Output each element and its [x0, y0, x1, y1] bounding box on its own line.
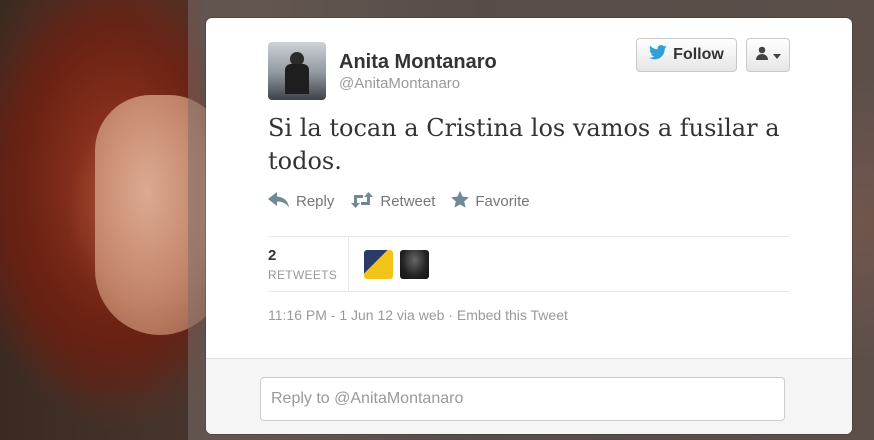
stats-divider — [348, 237, 349, 291]
star-icon — [451, 191, 470, 212]
tweet-actions: Reply Retweet Favorite — [268, 191, 546, 212]
chevron-down-icon — [773, 46, 781, 64]
reply-input[interactable] — [260, 377, 785, 421]
meta-separator: · — [448, 307, 453, 323]
reply-icon — [268, 191, 290, 212]
follow-button[interactable]: Follow — [636, 38, 737, 72]
divider — [268, 291, 790, 292]
reply-label: Reply — [296, 193, 335, 210]
retweet-icon — [350, 191, 374, 212]
tweet-text: Si la tocan a Cristina los vamos a fusil… — [268, 114, 780, 175]
twitter-bird-icon — [649, 45, 667, 65]
reply-footer — [206, 358, 852, 434]
favorite-label: Favorite — [475, 193, 530, 210]
person-icon — [755, 46, 769, 65]
retweeter-avatar[interactable] — [364, 250, 393, 279]
tweet-card: Anita Montanaro @AnitaMontanaro Follow S… — [206, 18, 852, 434]
tweet-stats: 2 RETWEETS — [268, 237, 790, 291]
user-handle[interactable]: @AnitaMontanaro — [339, 75, 460, 92]
user-name[interactable]: Anita Montanaro — [339, 51, 497, 74]
follow-label: Follow — [673, 46, 724, 63]
tweet-meta: 11:16 PM - 1 Jun 12 via web · Embed this… — [268, 307, 568, 323]
retweeter-avatar[interactable] — [400, 250, 429, 279]
retweet-count-label[interactable]: RETWEETS — [268, 268, 337, 282]
avatar[interactable] — [268, 42, 326, 100]
retweet-label: Retweet — [380, 193, 436, 210]
user-actions-button[interactable] — [746, 38, 790, 72]
favorite-action[interactable]: Favorite — [451, 191, 530, 212]
timestamp[interactable]: 11:16 PM - 1 Jun 12 via web — [268, 307, 444, 323]
reply-action[interactable]: Reply — [268, 191, 335, 212]
embed-tweet-link[interactable]: Embed this Tweet — [457, 307, 568, 323]
avatar-body — [285, 64, 309, 94]
retweet-count[interactable]: 2 — [268, 247, 276, 264]
retweet-action[interactable]: Retweet — [350, 191, 436, 212]
